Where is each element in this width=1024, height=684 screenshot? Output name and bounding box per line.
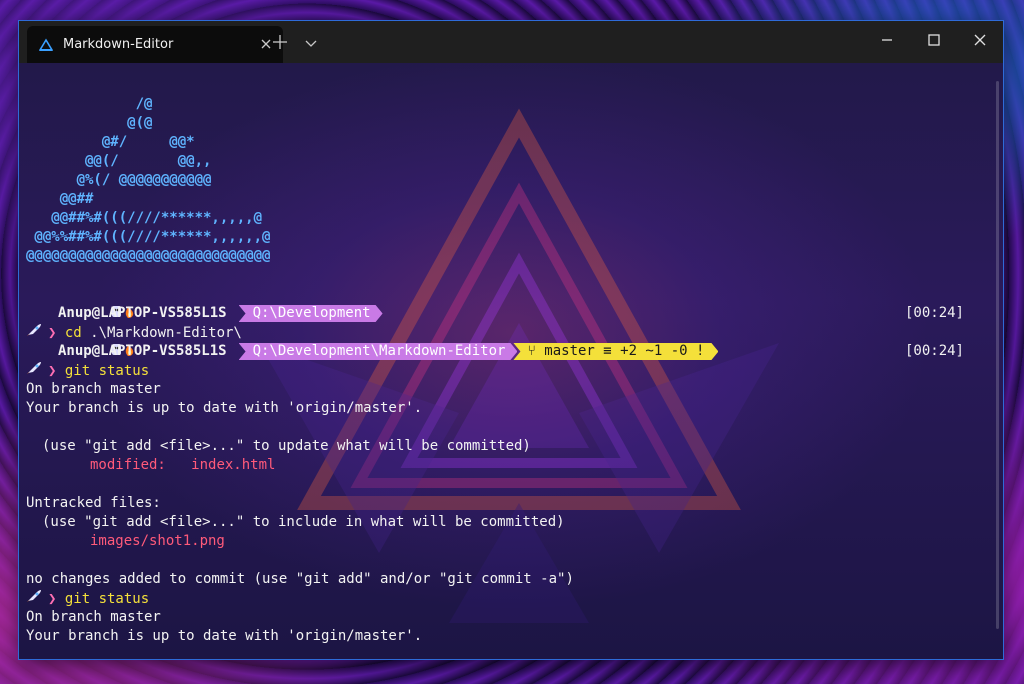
minimize-icon[interactable] xyxy=(878,31,896,49)
command-args: .\Markdown-Editor\ xyxy=(81,325,242,341)
close-window-icon[interactable] xyxy=(971,31,989,49)
output-line: no changes added to commit (use "git add… xyxy=(26,571,574,587)
prompt-line: Anup@LAPTOP-VS585L1S Q:\Development\Mark… xyxy=(26,342,986,361)
scrollbar[interactable] xyxy=(996,81,999,629)
prompt-path: Q:\Development\Markdown-Editor xyxy=(239,343,518,360)
tab-title: Markdown-Editor xyxy=(63,37,174,52)
terminal-output: /@ @(@ @#/ @@* @@(/ @@,, @%(/ @@@@@@@@@@… xyxy=(26,95,986,646)
rocket-icon xyxy=(26,361,48,381)
ascii-line: @%(/ @@@@@@@@@@@ xyxy=(26,172,212,188)
ascii-line: @@##%#(((////******,,,,,@ xyxy=(26,210,263,226)
modified-label: modified: xyxy=(90,457,166,473)
prompt-chevron: ❯ xyxy=(48,591,65,607)
ascii-line: /@ xyxy=(26,96,153,112)
terminal-content[interactable]: /@ @(@ @#/ @@* @@(/ @@,, @%(/ @@@@@@@@@@… xyxy=(19,63,1003,659)
ascii-line: @@%%##%#(((////******,,,,,,@ xyxy=(26,229,271,245)
output-line: Your branch is up to date with 'origin/m… xyxy=(26,400,423,416)
prompt-path: Q:\Development xyxy=(239,305,383,322)
output-line: (use "git add <file>..." to include in w… xyxy=(42,514,565,530)
output-line: On branch master xyxy=(26,381,161,397)
prompt-time: [00:24] xyxy=(904,343,964,359)
chevron-down-icon[interactable] xyxy=(304,35,318,49)
rocket-icon xyxy=(26,589,48,609)
prompt-git-status: ⑂ master ≡ +2 ~1 -0 ! xyxy=(513,343,718,360)
untracked-file: images/shot1.png xyxy=(90,533,225,549)
maximize-icon[interactable] xyxy=(925,31,943,49)
command-text: git status xyxy=(64,591,150,607)
prompt-time: [00:24] xyxy=(904,305,964,321)
command-line: ❯ git status xyxy=(26,589,986,608)
output-line: (use "git add <file>..." to update what … xyxy=(42,438,531,454)
git-branch-icon: ⑂ xyxy=(527,343,536,359)
modified-file: index.html xyxy=(191,457,276,473)
ascii-line: @(@ xyxy=(26,115,153,131)
terminal-window: Markdown-Editor /@ @(@ @#/ @@* @@(/ @@,,… xyxy=(19,21,1003,659)
command-line: ❯ cd .\Markdown-Editor\ xyxy=(26,323,986,342)
git-status-text: master ≡ +2 ~1 -0 ! xyxy=(535,343,705,359)
prompt-line: Anup@LAPTOP-VS585L1S Q:\Development [00:… xyxy=(26,304,986,323)
command-text: git status xyxy=(64,363,150,379)
tab-markdown-editor[interactable]: Markdown-Editor xyxy=(27,26,283,63)
command-line: ❯ git status xyxy=(26,361,986,380)
ascii-line: @@## xyxy=(26,191,94,207)
prompt-user: Anup@LAPTOP-VS585L1S xyxy=(58,343,227,359)
modified-line: modified: index.html xyxy=(26,456,986,475)
plus-icon[interactable] xyxy=(271,33,289,51)
ascii-logo: /@ @(@ @#/ @@* @@(/ @@,, @%(/ @@@@@@@@@@… xyxy=(26,95,986,266)
ascii-line: @@@@@@@@@@@@@@@@@@@@@@@@@@@@@ xyxy=(26,248,271,264)
title-bar: Markdown-Editor xyxy=(19,21,1003,63)
prompt-user: Anup@LAPTOP-VS585L1S xyxy=(58,305,227,321)
ascii-line: @@(/ @@,, xyxy=(26,153,212,169)
ascii-line: @#/ @@* xyxy=(26,134,195,150)
output-line: Your branch is up to date with 'origin/m… xyxy=(26,628,423,644)
output-line: On branch master xyxy=(26,609,161,625)
output-line: Untracked files: xyxy=(26,495,161,511)
command-text: cd xyxy=(64,325,82,341)
prompt-chevron: ❯ xyxy=(48,363,65,379)
terminal-icon xyxy=(39,37,53,52)
